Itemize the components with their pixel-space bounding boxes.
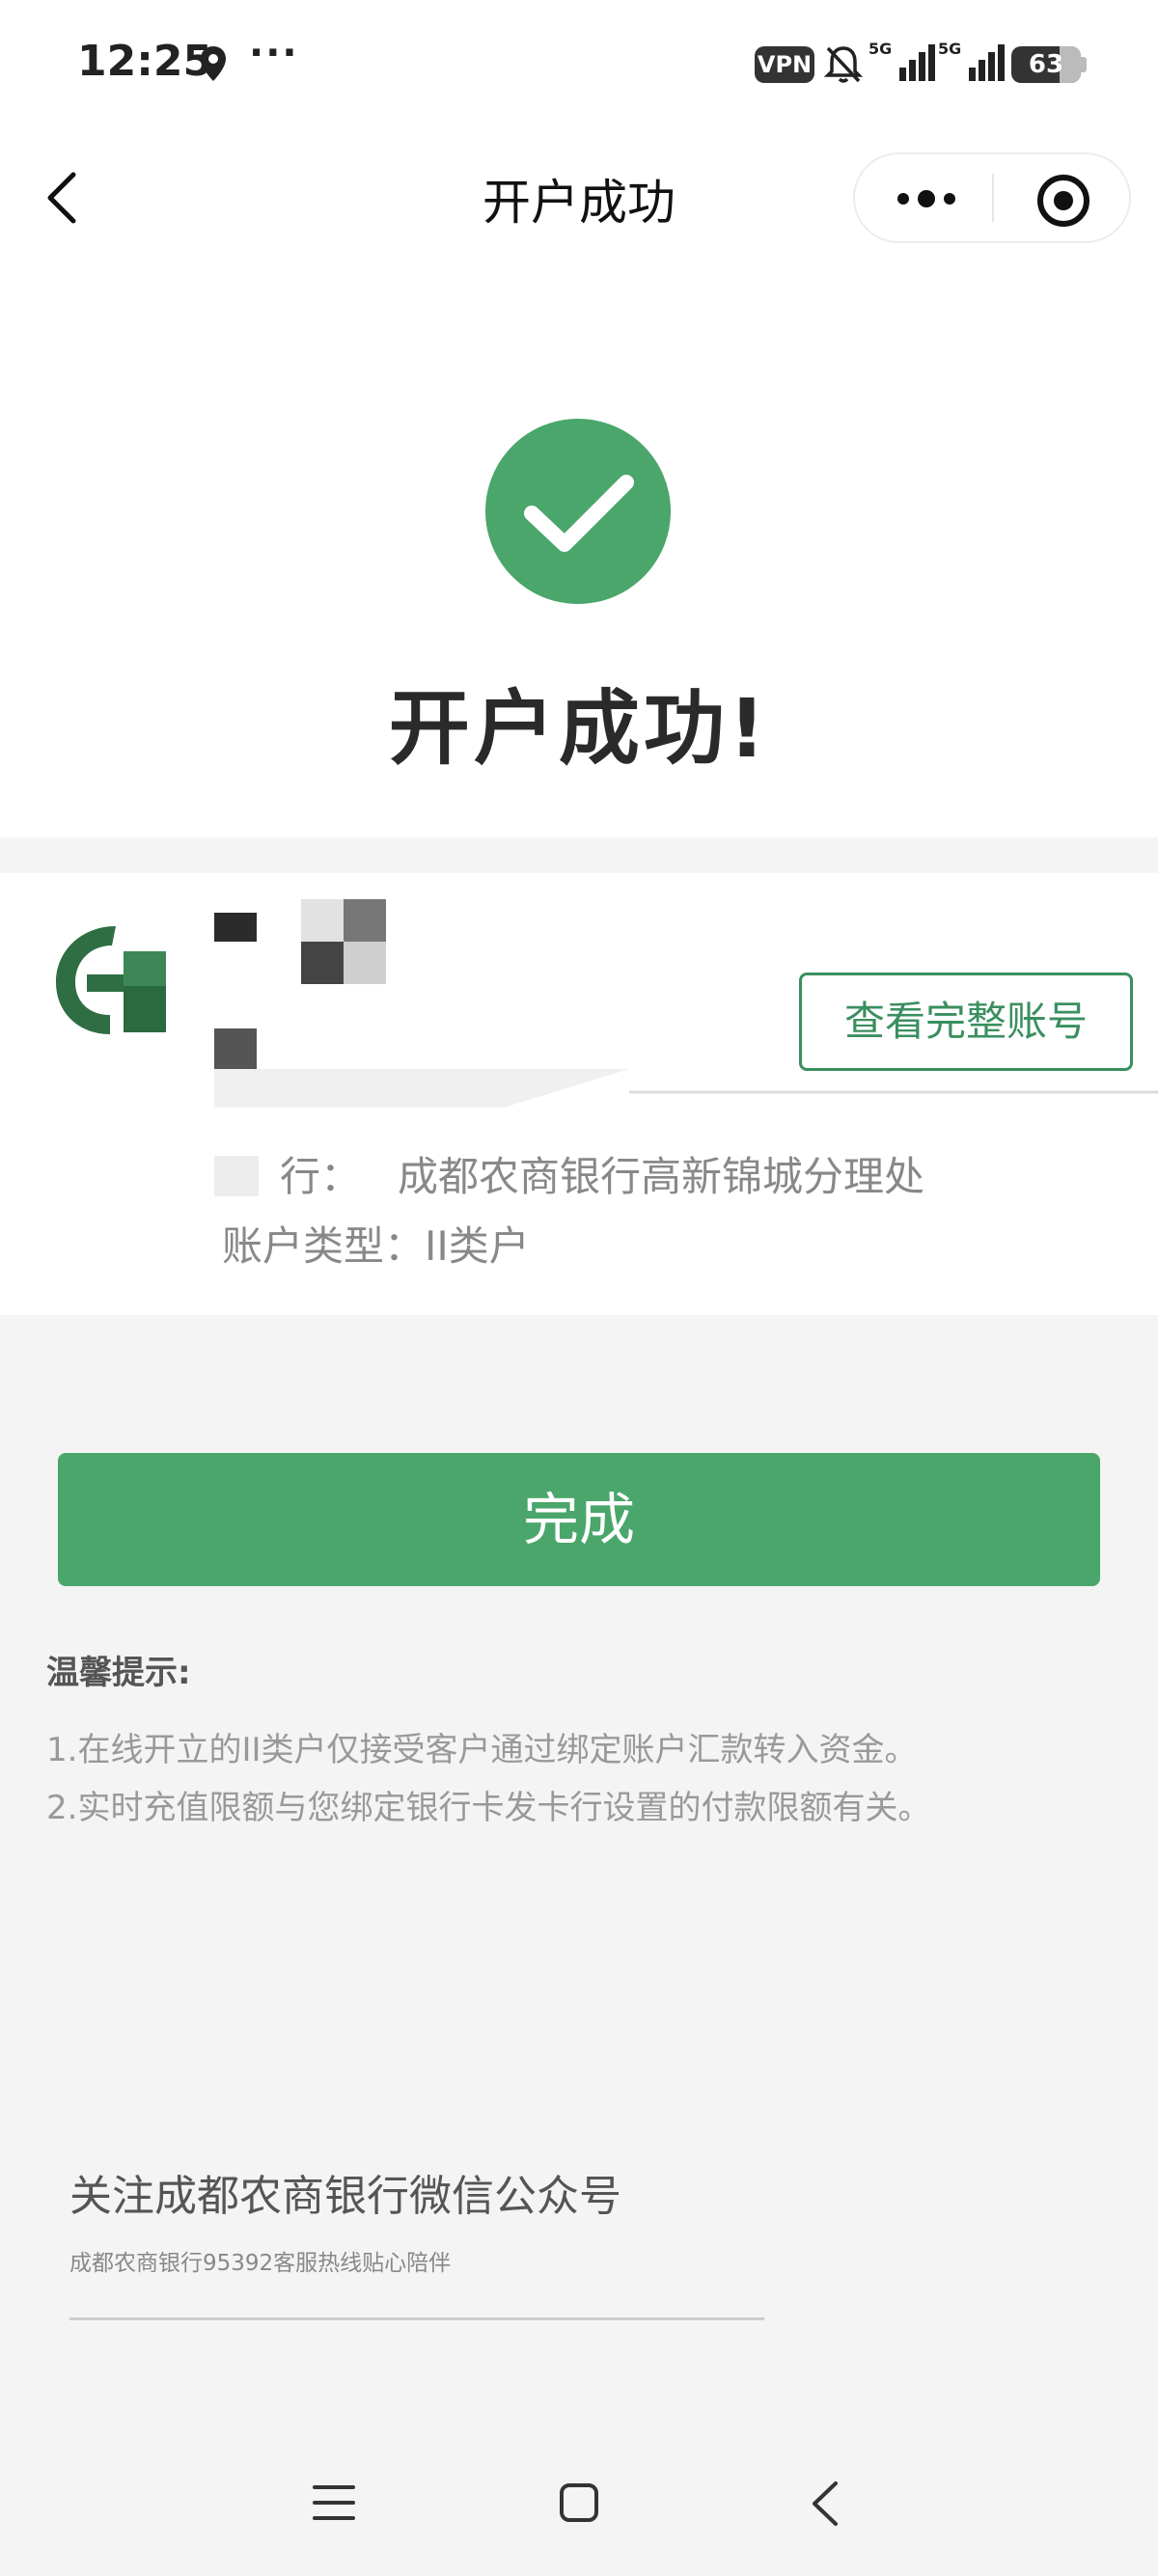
- masked-stripe: [214, 1069, 1158, 1108]
- home-icon[interactable]: [558, 2480, 600, 2526]
- bell-muted-icon: [823, 46, 864, 83]
- network-label: 5G: [868, 40, 892, 58]
- account-number-masked: [214, 899, 386, 1071]
- follow-underline: [69, 2317, 764, 2320]
- branch-label: 行：: [280, 1153, 362, 1200]
- follow-subtitle: 成都农商银行95392客服热线贴心陪伴: [69, 2251, 452, 2276]
- signal-icon: 5G: [938, 40, 1005, 81]
- network-label: 5G: [938, 40, 961, 58]
- branch-value: 成都农商银行高新锦城分理处: [398, 1153, 925, 1200]
- battery-level: 63: [1028, 50, 1064, 79]
- branch-label-masked: [214, 1156, 259, 1196]
- location-icon: [201, 46, 226, 81]
- status-more: ···: [249, 31, 299, 75]
- capsule-divider: [992, 174, 994, 222]
- status-time: 12:25: [77, 37, 213, 86]
- account-type: 账户类型：II类户: [222, 1222, 530, 1270]
- signal-icon: 5G: [868, 40, 935, 81]
- success-check-icon: [485, 419, 671, 604]
- back-icon[interactable]: [807, 2480, 841, 2528]
- more-dots-icon[interactable]: [888, 170, 965, 228]
- view-full-account-button[interactable]: 查看完整账号: [799, 973, 1133, 1071]
- menu-icon[interactable]: [311, 2481, 357, 2524]
- battery-icon: 63: [1011, 46, 1081, 83]
- success-title: 开户成功!: [388, 681, 770, 776]
- vpn-badge: VPN: [755, 46, 814, 83]
- tip-item: 1.在线开立的II类户仅接受客户通过绑定账户汇款转入资金。: [46, 1731, 918, 1769]
- tips-title: 温馨提示:: [46, 1654, 191, 1692]
- done-button[interactable]: 完成: [58, 1453, 1100, 1586]
- battery-tip: [1081, 57, 1087, 72]
- follow-title[interactable]: 关注成都农商银行微信公众号: [69, 2161, 621, 2223]
- bank-logo: [56, 926, 166, 1034]
- tip-item: 2.实时充值限额与您绑定银行卡发卡行设置的付款限额有关。: [46, 1789, 931, 1827]
- close-target-icon[interactable]: [1033, 170, 1094, 232]
